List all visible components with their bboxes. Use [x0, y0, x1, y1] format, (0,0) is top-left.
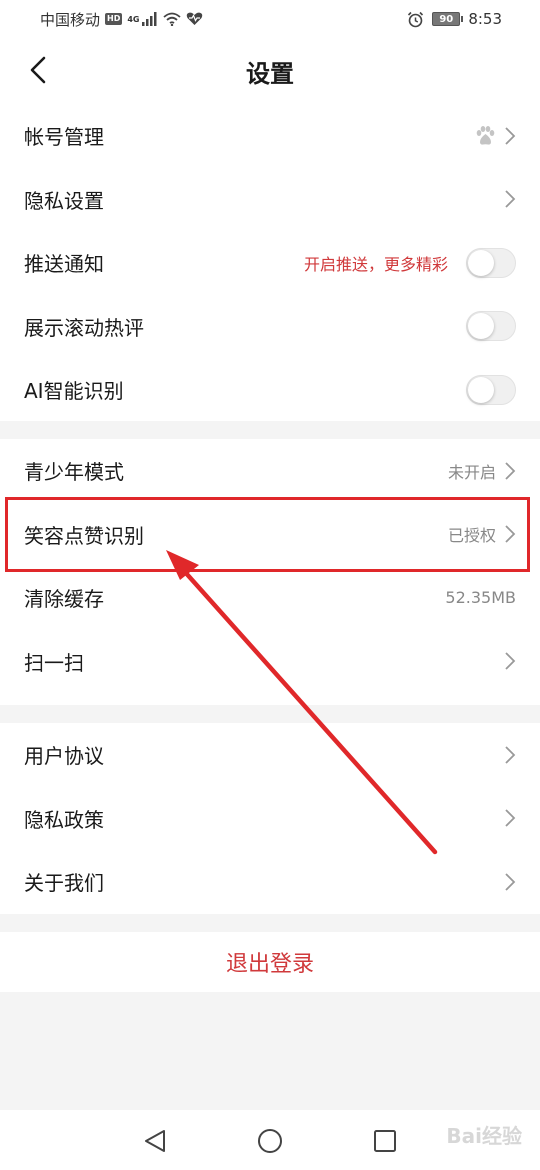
smile-like-status: 已授权: [447, 526, 496, 546]
row-account-management[interactable]: 帐号管理: [0, 104, 540, 168]
square-recents-icon: [374, 1130, 396, 1152]
network-type: 4G: [127, 14, 140, 24]
row-clear-cache[interactable]: 清除缓存 52.35MB: [0, 566, 540, 630]
heart-health-icon: [186, 12, 202, 25]
push-notifications-toggle[interactable]: [466, 247, 516, 278]
row-push-notifications: 推送通知 开启推送，更多精彩: [0, 231, 540, 295]
carrier-label: 中国移动: [40, 10, 101, 29]
row-label: AI智能识别: [24, 379, 124, 404]
status-bar: 中国移动 HD 4G 90 8:53: [0, 0, 540, 38]
chevron-right-icon: [505, 462, 516, 480]
row-about-us[interactable]: 关于我们: [0, 850, 540, 914]
signal-icon: [141, 12, 156, 26]
hd-badge: HD: [105, 13, 123, 25]
row-label: 关于我们: [24, 871, 104, 896]
row-label: 展示滚动热评: [24, 315, 144, 340]
row-label: 隐私政策: [24, 807, 104, 832]
system-home-button[interactable]: [255, 1126, 285, 1156]
alarm-icon: [408, 11, 424, 27]
page-title: 设置: [246, 60, 294, 88]
clock: 8:53: [468, 10, 502, 28]
chevron-right-icon: [505, 190, 516, 208]
row-label: 笑容点赞识别: [24, 523, 144, 548]
row-label: 推送通知: [24, 252, 104, 277]
system-nav-bar: [0, 1110, 540, 1170]
scrolling-comments-toggle[interactable]: [466, 311, 516, 342]
row-label: 扫一扫: [24, 650, 84, 675]
row-teen-mode[interactable]: 青少年模式 未开启: [0, 439, 540, 503]
chevron-right-icon: [505, 873, 516, 891]
chevron-right-icon: [505, 652, 516, 670]
wifi-icon: [162, 12, 181, 26]
system-back-button[interactable]: [140, 1126, 170, 1156]
row-label: 用户协议: [24, 744, 104, 769]
row-privacy-policy[interactable]: 隐私政策: [0, 787, 540, 851]
toggle-knob: [468, 249, 494, 276]
row-user-agreement[interactable]: 用户协议: [0, 723, 540, 787]
row-label: 清除缓存: [24, 587, 104, 612]
settings-group-features: 青少年模式 未开启 笑容点赞识别 已授权 清除缓存 52.35MB 扫一扫: [0, 439, 540, 705]
teen-mode-status: 未开启: [447, 462, 496, 482]
row-privacy-settings[interactable]: 隐私设置: [0, 168, 540, 232]
nav-bar: 设置: [0, 38, 540, 104]
paw-icon: [476, 125, 495, 145]
chevron-right-icon: [505, 127, 516, 145]
toggle-knob: [468, 313, 494, 340]
chevron-right-icon: [505, 809, 516, 827]
circle-home-icon: [258, 1129, 282, 1153]
row-label: 青少年模式: [24, 460, 124, 485]
settings-group-general: 帐号管理 隐私设置 推送通知 开启推送，更多精彩 展示滚动热评 AI智能识别: [0, 104, 540, 421]
battery-level: 90: [439, 13, 454, 25]
toggle-knob: [468, 376, 494, 403]
system-recents-button[interactable]: [370, 1126, 400, 1156]
row-scan[interactable]: 扫一扫: [0, 630, 540, 694]
push-hint: 开启推送，更多精彩: [303, 254, 448, 274]
ai-recognition-toggle[interactable]: [466, 374, 516, 405]
cache-size: 52.35MB: [445, 588, 516, 608]
battery-icon: 90: [432, 12, 464, 26]
logout-button[interactable]: 退出登录: [0, 932, 540, 992]
settings-group-about: 用户协议 隐私政策 关于我们: [0, 723, 540, 914]
row-ai-recognition: AI智能识别: [0, 358, 540, 422]
chevron-right-icon: [505, 746, 516, 764]
triangle-back-icon: [145, 1130, 165, 1152]
row-label: 帐号管理: [24, 125, 104, 150]
chevron-right-icon: [505, 525, 516, 543]
row-label: 隐私设置: [24, 188, 104, 213]
row-scrolling-comments: 展示滚动热评: [0, 295, 540, 359]
row-smile-like-recognition[interactable]: 笑容点赞识别 已授权: [0, 503, 540, 567]
